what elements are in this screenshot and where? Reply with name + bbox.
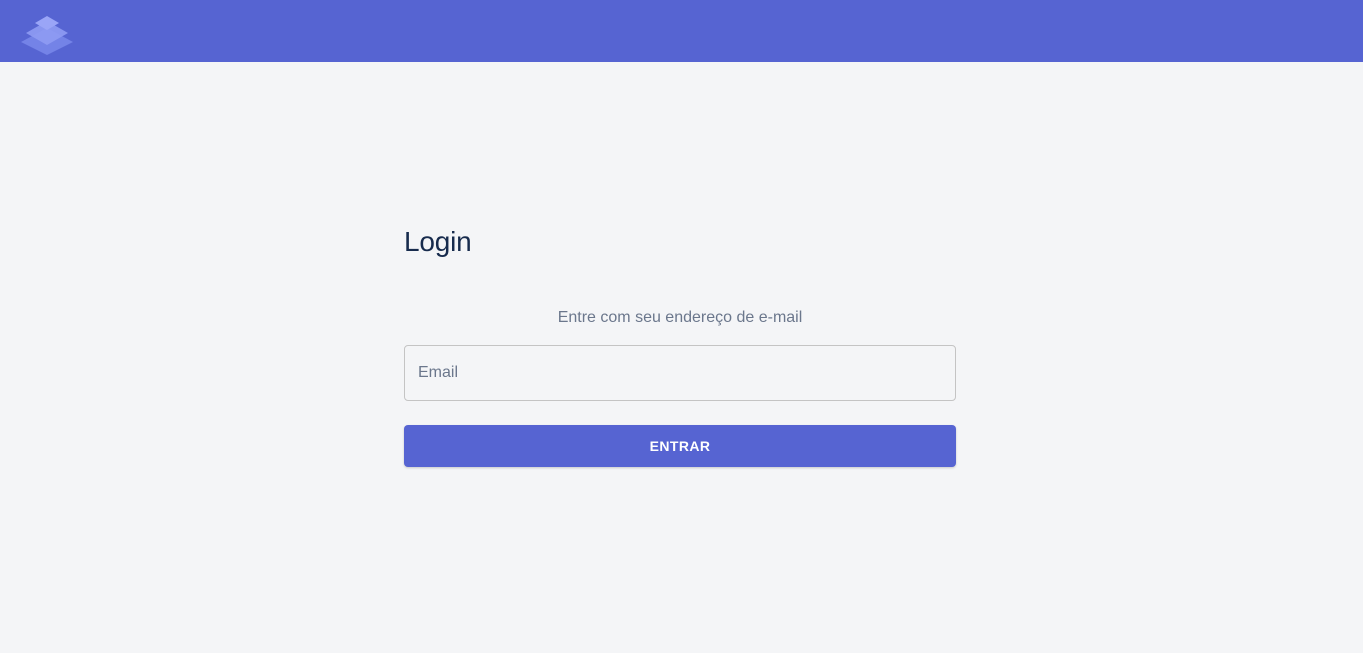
email-instruction-text: Entre com seu endereço de e-mail	[557, 309, 803, 326]
login-form: Login Entre com seu endereço de e-mail E…	[404, 220, 956, 467]
email-field[interactable]	[404, 345, 956, 401]
page-title: Login	[404, 226, 472, 257]
top-navigation-bar	[0, 0, 1363, 62]
stacked-layers-logo-icon[interactable]	[19, 11, 75, 55]
submit-button[interactable]: ENTRAR	[404, 425, 956, 467]
email-input[interactable]	[405, 346, 955, 400]
